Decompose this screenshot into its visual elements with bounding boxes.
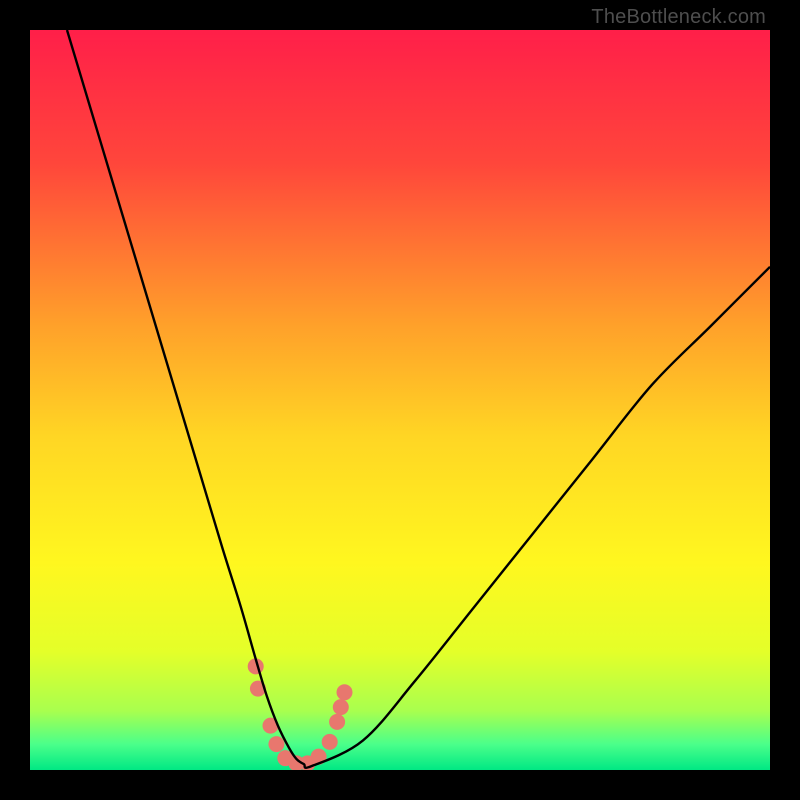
chart-frame: TheBottleneck.com [0,0,800,800]
highlight-dot [268,736,284,752]
bottleneck-curve [67,30,770,768]
marker-group [248,658,353,770]
highlight-dot [329,714,345,730]
watermark-text: TheBottleneck.com [591,6,766,29]
plot-area [30,30,770,770]
curve-layer [30,30,770,770]
highlight-dot [333,699,349,715]
highlight-dot [337,684,353,700]
highlight-dot [322,734,338,750]
